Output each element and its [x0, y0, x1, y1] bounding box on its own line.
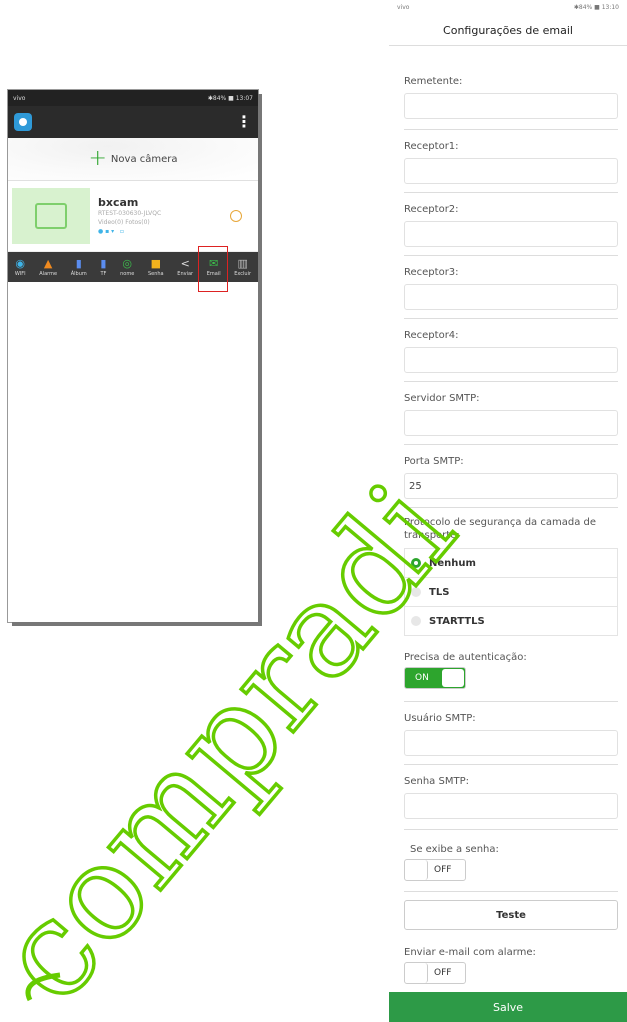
add-camera-button[interactable]: + Nova câmera [8, 138, 258, 181]
toolbar-label: nome [120, 271, 135, 277]
alarm-email-toggle[interactable]: OFF [404, 962, 466, 984]
album-icon: ▮ [75, 257, 82, 270]
test-button[interactable]: Teste [404, 900, 618, 930]
more-options-icon[interactable]: ⋮ [236, 114, 252, 130]
sd-card-icon: ▮ [100, 257, 107, 270]
lock-icon: ■ [150, 257, 161, 270]
radio-unselected-icon [411, 587, 421, 597]
status-bar: vivo ✱84% ■ 13:10 [389, 0, 627, 15]
toggle-state: OFF [434, 968, 452, 978]
camera-toolbar: ◉ WIFI ▲ Alarme ▮ Álbum ▮ TF ◎ nome ■ Senha < E… [8, 246, 258, 292]
share-icon: < [180, 257, 190, 270]
receiver1-label: Receptor1: [404, 141, 459, 152]
toolbar-label: Excluir [234, 271, 252, 277]
smtp-user-label: Usuário SMTP: [404, 713, 476, 724]
show-password-toggle[interactable]: OFF [404, 859, 466, 881]
toolbar-share[interactable]: < Enviar [177, 257, 193, 277]
receiver1-input[interactable] [404, 158, 618, 184]
radio-label: STARTTLS [429, 615, 485, 627]
toolbar-label: Alarme [39, 271, 58, 277]
camera-name: bxcam [98, 196, 139, 209]
camera-media-counts: Video(0) Fotos(0) [98, 219, 150, 226]
smtp-server-label: Servidor SMTP: [404, 393, 480, 404]
toolbar-delete[interactable]: ▥ Excluir [234, 257, 251, 277]
receiver3-label: Receptor3: [404, 267, 459, 278]
plus-icon: + [88, 146, 107, 171]
trash-icon: ▥ [237, 257, 248, 270]
email-settings-screen: vivo ✱84% ■ 13:10 Configurações de email… [389, 0, 627, 1022]
smtp-server-input[interactable] [404, 410, 618, 436]
toolbar-wifi[interactable]: ◉ WIFI [15, 257, 26, 277]
name-icon: ◎ [122, 257, 133, 270]
receiver2-input[interactable] [404, 221, 618, 247]
bell-icon: ▲ [43, 257, 53, 270]
radio-label: Nenhum [429, 557, 476, 569]
smtp-password-input[interactable] [404, 793, 618, 819]
camera-uid: RTEST-030630-JLVQC [98, 210, 162, 217]
carrier-label: vivo [13, 94, 26, 102]
image-icon [35, 203, 67, 229]
sender-input[interactable] [404, 93, 618, 119]
toolbar-tf[interactable]: ▮ TF [100, 257, 106, 277]
toolbar-name[interactable]: ◎ nome [120, 257, 134, 277]
alarm-email-label: Enviar e-mail com alarme: [404, 947, 536, 958]
status-time: ✱84% ■ 13:07 [207, 94, 253, 102]
show-password-label: Se exibe a senha: [410, 844, 499, 855]
smtp-user-input[interactable] [404, 730, 618, 756]
smtp-password-label: Senha SMTP: [404, 776, 469, 787]
toggle-knob [405, 963, 428, 983]
toggle-knob [405, 860, 428, 880]
radio-selected-icon [411, 558, 421, 568]
auth-label: Precisa de autenticação: [404, 652, 527, 663]
wifi-icon: ◉ [15, 257, 26, 270]
page-title: Configurações de email [389, 15, 627, 46]
camera-status-icons: ● ▪ ▾ ▫ [98, 228, 124, 235]
toolbar-label: Álbum [70, 271, 87, 277]
camera-thumbnail [12, 188, 90, 244]
status-time: ✱84% ■ 13:10 [573, 4, 619, 11]
radio-label: TLS [429, 586, 450, 598]
receiver4-input[interactable] [404, 347, 618, 373]
tls-protocol-label: Protocolo de segurança da camada de tran… [404, 517, 597, 541]
camera-status-icon[interactable] [230, 210, 242, 222]
sender-label: Remetente: [404, 76, 463, 87]
auth-toggle[interactable]: ON [404, 667, 466, 689]
toggle-state: OFF [434, 865, 452, 875]
camera-list-screen: vivo ✱84% ■ 13:07 ⋮ + Nova câmera bxcam … [8, 90, 258, 622]
app-bar: ⋮ [8, 106, 258, 138]
toolbar-label: WIFI [14, 271, 26, 277]
email-highlight-box [198, 246, 228, 292]
toggle-knob [442, 669, 464, 687]
status-bar: vivo ✱84% ■ 13:07 [8, 90, 258, 106]
save-button[interactable]: Salve [389, 992, 627, 1022]
receiver2-label: Receptor2: [404, 204, 459, 215]
smtp-port-label: Porta SMTP: [404, 456, 464, 467]
camera-list-item[interactable]: bxcam RTEST-030630-JLVQC Video(0) Fotos(… [8, 181, 258, 252]
radio-unselected-icon [411, 616, 421, 626]
receiver3-input[interactable] [404, 284, 618, 310]
radio-tls[interactable]: TLS [404, 578, 618, 607]
toolbar-album[interactable]: ▮ Álbum [71, 257, 87, 277]
toolbar-label: Senha [147, 271, 164, 277]
radio-starttls[interactable]: STARTTLS [404, 607, 618, 636]
toolbar-label: TF [100, 271, 107, 277]
toolbar-password[interactable]: ■ Senha [148, 257, 164, 277]
toggle-state: ON [415, 673, 429, 683]
radio-nenhum[interactable]: Nenhum [404, 548, 618, 578]
toolbar-label: Enviar [177, 271, 194, 277]
toolbar-alarm[interactable]: ▲ Alarme [39, 257, 57, 277]
carrier-label: vivo [397, 4, 410, 11]
add-camera-label: Nova câmera [110, 153, 178, 165]
app-logo-icon [14, 113, 32, 131]
receiver4-label: Receptor4: [404, 330, 459, 341]
smtp-port-input[interactable]: 25 [404, 473, 618, 499]
